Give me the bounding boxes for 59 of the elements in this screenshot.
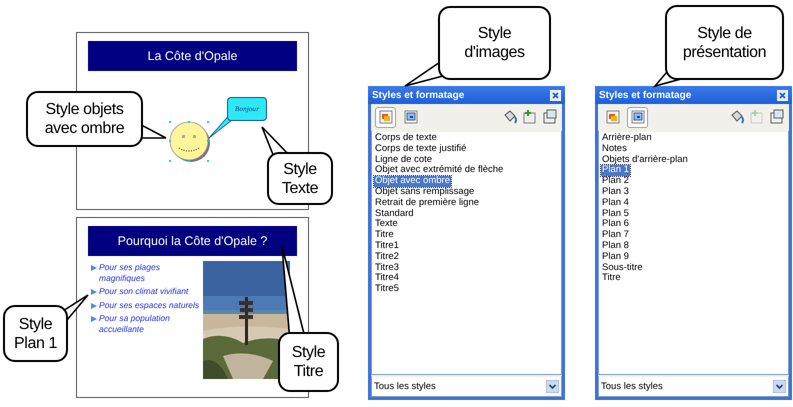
style-item[interactable]: Corps de texte <box>374 133 438 144</box>
filter-dropdown[interactable]: Tous les styles <box>371 375 562 397</box>
panel-title: Styles et formatage <box>372 90 464 100</box>
dropdown-arrow-icon <box>773 380 786 393</box>
style-item[interactable]: Plan 8 <box>601 240 630 252</box>
style-item[interactable]: Plan 9 <box>601 252 630 263</box>
new-style-icon[interactable] <box>522 109 538 125</box>
style-item[interactable]: Notes <box>601 144 628 155</box>
style-item[interactable]: Plan 3 <box>601 186 630 198</box>
bullet-text: Pour sa population accueillante <box>99 313 171 334</box>
style-item[interactable]: Plan 6 <box>601 219 630 230</box>
bullet-icon <box>91 289 97 295</box>
style-item[interactable]: Titre <box>374 230 395 241</box>
close-icon[interactable] <box>777 90 788 100</box>
graphics-styles-button[interactable] <box>375 106 396 128</box>
bullet-text: Pour ses espaces naturels <box>99 300 200 310</box>
style-item[interactable]: Plan 5 <box>601 208 630 220</box>
style-item[interactable]: Retrait de première ligne <box>374 198 480 209</box>
style-item[interactable]: Titre <box>601 273 622 284</box>
style-item[interactable]: Corps de texte justifié <box>374 144 468 155</box>
presentation-styles-button[interactable] <box>627 106 648 128</box>
style-item[interactable]: Plan 4 <box>601 198 630 209</box>
callout-text: Style objets avec ombre <box>44 100 126 138</box>
fill-format-icon[interactable] <box>729 109 745 125</box>
bullet-text: Pour ses plages magnifiques <box>99 262 161 283</box>
style-item[interactable]: Titre2 <box>374 252 400 263</box>
style-item[interactable]: Ligne de cote <box>374 154 434 166</box>
callout-text: Style Plan 1 <box>13 314 58 352</box>
bullet-icon <box>91 302 97 308</box>
update-style-icon[interactable] <box>769 109 785 125</box>
style-item[interactable]: Objet sans remplissage <box>374 186 476 198</box>
style-item[interactable]: Objets d'arrière-plan <box>601 154 689 166</box>
style-item[interactable]: Titre4 <box>374 273 400 284</box>
slide-title: La Côte d'Opale <box>88 41 297 71</box>
update-style-icon[interactable] <box>542 109 558 125</box>
fill-format-icon[interactable] <box>502 109 518 125</box>
panel-title: Styles et formatage <box>599 90 692 100</box>
callout-text: Style Texte <box>280 160 320 198</box>
bullet-text: Pour son climat vivifiant <box>99 286 188 296</box>
style-item[interactable]: Titre3 <box>374 262 400 274</box>
callout-text: Style Titre <box>290 343 326 381</box>
callout-text: Style de présentation <box>682 24 768 62</box>
dropdown-arrow-icon <box>546 380 559 393</box>
bullet-icon <box>91 316 97 322</box>
close-icon[interactable] <box>550 90 561 100</box>
filter-dropdown[interactable]: Tous les styles <box>598 375 789 397</box>
bullet-icon <box>91 265 97 271</box>
style-item[interactable]: Objet avec extrémité de flèche <box>374 165 504 176</box>
style-item[interactable]: Standard <box>374 208 415 220</box>
callout-text: Style d'images <box>463 24 526 62</box>
style-item[interactable]: Plan 7 <box>601 230 630 241</box>
style-item[interactable]: Objet avec ombre <box>374 176 451 187</box>
style-item[interactable]: Titre5 <box>374 284 400 295</box>
style-item[interactable]: Titre1 <box>374 240 400 252</box>
style-item[interactable]: Arrière-plan <box>601 133 653 144</box>
style-item[interactable]: Texte <box>374 219 399 230</box>
style-item[interactable]: Sous-titre <box>601 262 644 274</box>
slide-title: Pourquoi la Côte d'Opale ? <box>88 226 297 256</box>
style-item[interactable]: Plan 1 <box>601 165 630 176</box>
